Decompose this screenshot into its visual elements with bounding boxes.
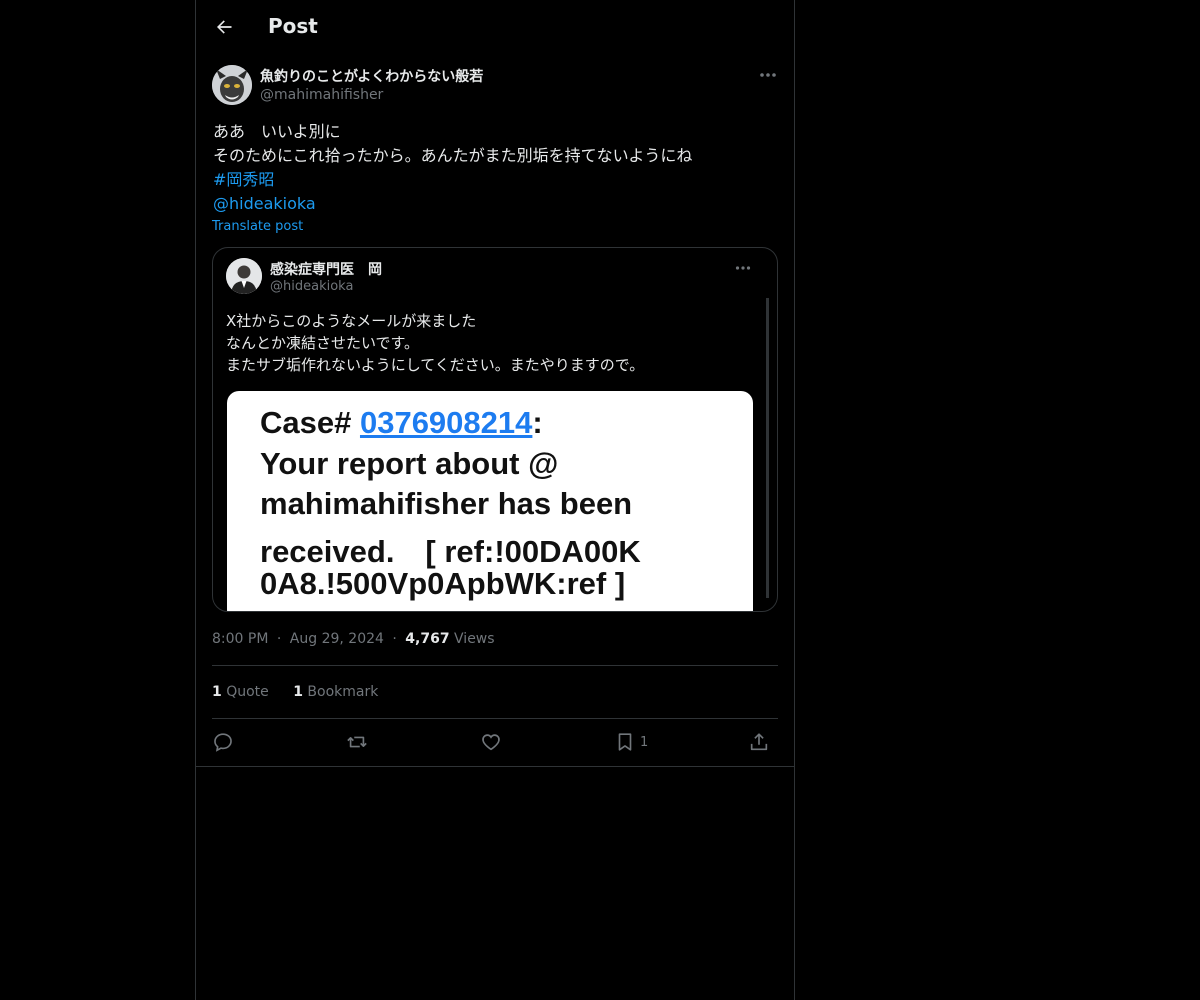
bookmarks-label: Bookmark: [307, 684, 379, 700]
image-text-line: received. [ ref:!00DA00K: [260, 534, 641, 569]
post-bottom-border: [196, 766, 794, 767]
quoted-line: またサブ垢作れないようにしてください。またやりますので。: [226, 356, 645, 374]
more-options-button[interactable]: [756, 65, 780, 85]
mention-link[interactable]: @hideakioka: [213, 192, 773, 216]
image-text-line: 0A8.!500Vp0ApbWK:ref ]: [260, 566, 626, 601]
bookmark-button[interactable]: 1: [614, 728, 648, 756]
header: Post: [196, 0, 794, 54]
action-bar: 1: [212, 728, 778, 756]
quoted-avatar[interactable]: [226, 258, 262, 294]
post-text: ああ いいよ別に そのためにこれ拾ったから。あんたがまた別垢を持てないようにね …: [213, 120, 773, 216]
post-date[interactable]: Aug 29, 2024: [290, 631, 384, 647]
post-line: ああ いいよ別に: [213, 122, 341, 141]
post-time[interactable]: 8:00 PM: [212, 631, 268, 647]
quoted-author-handle[interactable]: @hideakioka: [270, 279, 353, 294]
quoted-scrollbar[interactable]: [766, 298, 769, 598]
bookmark-icon: [618, 733, 632, 751]
arrow-left-icon: [217, 20, 232, 34]
quotes-stat[interactable]: 1 Quote: [212, 684, 269, 700]
translate-post-link[interactable]: Translate post: [212, 219, 303, 234]
repost-icon: [347, 736, 367, 748]
like-button[interactable]: [480, 728, 502, 756]
page-title: Post: [268, 14, 318, 38]
divider: [212, 718, 778, 719]
quoted-line: X社からこのようなメールが来ました: [226, 312, 477, 330]
author-name[interactable]: 魚釣りのことがよくわからない般若: [260, 66, 483, 86]
meta-separator: ·: [392, 631, 397, 647]
post-meta: 8:00 PM · Aug 29, 2024 · 4,767 Views: [212, 631, 495, 647]
reply-icon: [214, 733, 232, 752]
person-avatar-icon: [226, 258, 262, 294]
image-text-line: mahimahifisher has been: [260, 486, 633, 521]
quoted-more-button[interactable]: [731, 258, 755, 278]
share-button[interactable]: [748, 728, 770, 756]
quoted-text: X社からこのようなメールが来ました なんとか凍結させたいです。 またサブ垢作れな…: [226, 310, 766, 376]
bookmarks-stat[interactable]: 1 Bookmark: [293, 684, 378, 700]
views-count: 4,767: [405, 631, 450, 647]
hannya-mask-icon: [212, 65, 252, 105]
bookmark-count: 1: [640, 734, 649, 750]
main-column: Post 魚釣りのことがよくわからない般若 @mahimahifisher ああ…: [195, 0, 795, 1000]
back-button[interactable]: [208, 11, 240, 43]
quoted-post[interactable]: 感染症専門医 岡 @hideakioka X社からこのようなメールが来ました な…: [212, 247, 778, 612]
repost-button[interactable]: [346, 728, 368, 756]
post-author: 魚釣りのことがよくわからない般若 @mahimahifisher: [212, 65, 780, 107]
image-case-line: Case# 0376908214:: [260, 405, 543, 440]
image-text-line: Your report about @: [260, 446, 559, 481]
case-number: 0376908214: [359, 405, 533, 440]
hashtag-link[interactable]: #岡秀昭: [213, 168, 773, 192]
post-line: そのためにこれ拾ったから。あんたがまた別垢を持てないようにね: [213, 146, 693, 165]
share-icon: [750, 733, 768, 751]
quoted-line: なんとか凍結させたいです。: [226, 334, 420, 352]
divider: [212, 665, 778, 666]
quoted-image[interactable]: Case# 0376908214: Your report about @ ma…: [227, 391, 753, 611]
quotes-count: 1: [212, 684, 222, 700]
heart-icon: [482, 734, 500, 751]
meta-separator: ·: [276, 631, 282, 647]
quoted-author-name[interactable]: 感染症専門医 岡: [270, 259, 382, 279]
reply-button[interactable]: [212, 728, 234, 756]
more-icon: [760, 73, 776, 77]
author-handle[interactable]: @mahimahifisher: [260, 87, 383, 103]
avatar[interactable]: [212, 65, 252, 105]
more-icon: [735, 266, 751, 270]
post-stats: 1 Quote 1 Bookmark: [212, 684, 398, 700]
quotes-label: Quote: [226, 684, 269, 700]
views-label: Views: [454, 631, 495, 647]
bookmarks-count: 1: [293, 684, 303, 700]
